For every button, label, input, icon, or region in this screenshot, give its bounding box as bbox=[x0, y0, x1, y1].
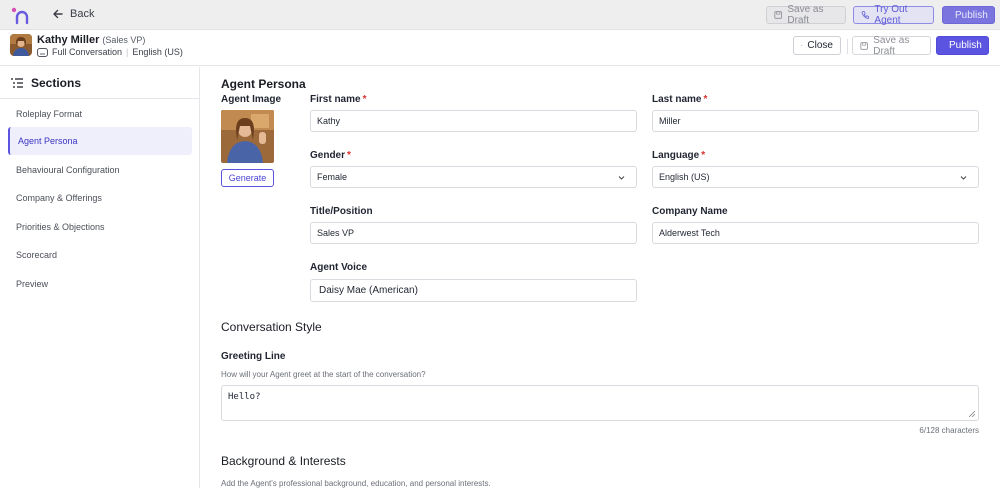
language-select[interactable]: English (US) bbox=[652, 166, 979, 188]
last-name-value: Miller bbox=[659, 116, 681, 126]
sections-sidebar: Sections Roleplay Format Agent Persona B… bbox=[0, 67, 200, 488]
company-name-label: Company Name bbox=[652, 206, 728, 217]
greeting-line-label: Greeting Line bbox=[221, 351, 286, 362]
greeting-line-textarea[interactable]: Hello? bbox=[221, 385, 979, 421]
section-title-conversation-style: Conversation Style bbox=[221, 320, 322, 334]
sidebar-item-agent-persona[interactable]: Agent Persona bbox=[8, 127, 192, 155]
publish-label: Publish bbox=[955, 9, 988, 21]
try-out-agent-button[interactable]: Try Out Agent bbox=[853, 4, 934, 26]
sidebar-item-label: Scorecard bbox=[16, 250, 58, 260]
chevron-down-icon bbox=[618, 176, 625, 180]
first-name-field[interactable]: Kathy bbox=[310, 110, 637, 132]
section-title-agent-persona: Agent Persona bbox=[221, 77, 306, 91]
save-icon bbox=[774, 11, 782, 19]
company-name-value: Alderwest Tech bbox=[659, 228, 720, 238]
first-name-label-text: First name bbox=[310, 94, 361, 105]
first-name-value: Kathy bbox=[317, 116, 341, 126]
first-name-label: First name * bbox=[310, 94, 366, 105]
agent-image bbox=[221, 110, 274, 163]
chevron-down-icon bbox=[960, 176, 967, 180]
sidebar-item-priorities-objections[interactable]: Priorities & Objections bbox=[8, 213, 192, 241]
close-icon bbox=[801, 44, 803, 47]
publish-button[interactable]: Publish bbox=[936, 36, 989, 55]
agent-voice-label: Agent Voice bbox=[310, 262, 368, 273]
agent-meta: Full Conversation | English (US) bbox=[37, 47, 183, 57]
close-button[interactable]: Close bbox=[793, 36, 841, 55]
main-content: Agent Persona Agent Image Generate First… bbox=[200, 67, 1000, 488]
save-draft-button[interactable]: Save as Draft bbox=[852, 34, 931, 57]
publish-label: Publish bbox=[949, 40, 982, 51]
company-name-field[interactable]: Alderwest Tech bbox=[652, 222, 979, 244]
sidebar-divider bbox=[0, 98, 199, 99]
sidebar-item-label: Company & Offerings bbox=[16, 193, 102, 203]
character-counter: 6/128 characters bbox=[919, 426, 979, 435]
gender-value: Female bbox=[317, 172, 348, 182]
header-divider bbox=[847, 39, 848, 54]
gender-label: Gender * bbox=[310, 150, 351, 161]
agent-voice-value: Daisy Mae (American) bbox=[319, 285, 418, 296]
title-position-label: Title/Position bbox=[310, 206, 373, 217]
back-label: Back bbox=[70, 8, 95, 20]
save-draft-label: Save as Draft bbox=[787, 4, 824, 26]
agent-role: (Sales VP) bbox=[102, 35, 146, 45]
last-name-field[interactable]: Miller bbox=[652, 110, 979, 132]
greeting-line-help: How will your Agent greet at the start o… bbox=[221, 370, 426, 379]
phone-icon bbox=[861, 11, 869, 19]
gender-select[interactable]: Female bbox=[310, 166, 637, 188]
title-position-field[interactable]: Sales VP bbox=[310, 222, 637, 244]
sidebar-item-label: Roleplay Format bbox=[16, 109, 83, 119]
sidebar-item-scorecard[interactable]: Scorecard bbox=[8, 241, 192, 269]
top-bar: Back Save as Draft Try Out Agent Publish bbox=[0, 0, 1000, 30]
language-label-text: Language bbox=[652, 150, 700, 161]
sidebar-item-label: Priorities & Objections bbox=[16, 222, 105, 232]
sections-title: Sections bbox=[11, 76, 81, 90]
sidebar-item-preview[interactable]: Preview bbox=[8, 270, 192, 298]
sidebar-item-behavioural-configuration[interactable]: Behavioural Configuration bbox=[8, 156, 192, 184]
arrow-left-icon bbox=[53, 9, 63, 19]
section-title-background-interests: Background & Interests bbox=[221, 454, 346, 468]
meta-separator: | bbox=[126, 47, 129, 57]
sidebar-item-roleplay-format[interactable]: Roleplay Format bbox=[8, 100, 192, 128]
agent-header: Kathy Miller (Sales VP) Full Conversation… bbox=[0, 30, 1000, 66]
conversation-mode-icon bbox=[37, 47, 48, 57]
required-marker: * bbox=[701, 150, 706, 161]
title-position-value: Sales VP bbox=[317, 228, 355, 238]
language-label: Language * bbox=[652, 150, 705, 161]
greeting-line-value: Hello? bbox=[228, 392, 261, 402]
avatar bbox=[10, 34, 32, 56]
required-marker: * bbox=[347, 150, 351, 161]
sidebar-item-label: Behavioural Configuration bbox=[16, 165, 120, 175]
try-out-label: Try Out Agent bbox=[874, 4, 908, 26]
required-marker: * bbox=[703, 94, 708, 105]
agent-name: Kathy Miller (Sales VP) bbox=[37, 34, 145, 46]
required-marker: * bbox=[362, 94, 367, 105]
sections-title-label: Sections bbox=[31, 76, 82, 90]
agent-language: English (US) bbox=[132, 47, 183, 57]
save-draft-button-top[interactable]: Save as Draft bbox=[766, 4, 846, 26]
agent-voice-select[interactable]: Daisy Mae (American) bbox=[310, 279, 637, 302]
resize-grip-icon[interactable] bbox=[969, 411, 975, 417]
back-button[interactable]: Back bbox=[52, 8, 94, 20]
background-help: Add the Agent's professional background,… bbox=[221, 479, 491, 488]
list-icon bbox=[11, 78, 23, 88]
sidebar-item-company-offerings[interactable]: Company & Offerings bbox=[8, 184, 192, 212]
publish-button-top[interactable]: Publish bbox=[942, 6, 995, 24]
conversation-mode: Full Conversation bbox=[52, 47, 123, 57]
app-logo-icon[interactable] bbox=[10, 6, 30, 26]
last-name-label: Last name * bbox=[652, 94, 707, 105]
save-draft-label: Save as Draft bbox=[873, 34, 910, 57]
sidebar-item-label: Agent Persona bbox=[18, 136, 78, 146]
close-label: Close bbox=[807, 40, 833, 51]
save-icon bbox=[860, 41, 868, 50]
language-value: English (US) bbox=[659, 172, 710, 182]
agent-image-label: Agent Image bbox=[221, 94, 282, 105]
gender-label-text: Gender bbox=[310, 150, 346, 161]
sidebar-item-label: Preview bbox=[16, 279, 49, 289]
generate-image-button[interactable]: Generate bbox=[221, 169, 274, 187]
agent-name-text: Kathy Miller bbox=[37, 34, 100, 46]
last-name-label-text: Last name bbox=[652, 94, 702, 105]
